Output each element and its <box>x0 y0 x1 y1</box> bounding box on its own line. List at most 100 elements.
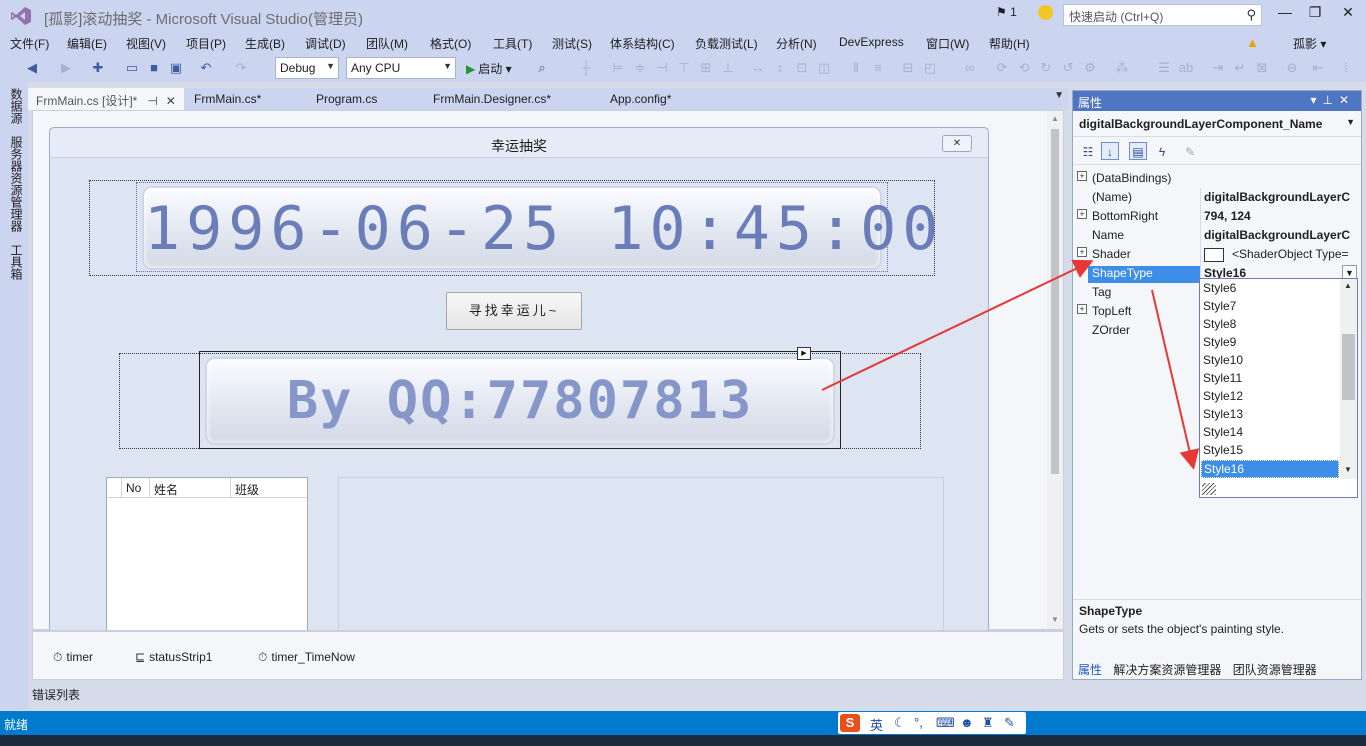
tab-overflow-icon[interactable]: ▼ <box>1054 90 1064 101</box>
component-timer[interactable]: ⏱ timer <box>53 650 93 665</box>
menu-view[interactable]: 视图(V) <box>126 35 166 52</box>
align-center-icon[interactable]: ≑ <box>632 60 648 76</box>
close-icon[interactable]: ✕ <box>1339 93 1355 107</box>
quick-launch-input[interactable]: 快速启动 (Ctrl+Q) ⚲ <box>1063 4 1262 26</box>
property-row-shader[interactable]: + Shader <ShaderObject Type= <box>1073 245 1361 264</box>
menu-architecture[interactable]: 体系结构(C) <box>610 35 675 52</box>
platform-select[interactable]: Any CPU ▼ <box>346 57 456 79</box>
option-style8[interactable]: Style8 <box>1201 316 1339 334</box>
property-value[interactable]: digitalBackgroundLayerC <box>1204 190 1360 207</box>
property-pages-wrench-icon[interactable]: ✎ <box>1181 142 1199 160</box>
horizontal-spacing-icon[interactable]: ⫴ <box>848 60 864 76</box>
error-list-tab[interactable]: 错误列表 <box>32 686 80 703</box>
property-row-databindings[interactable]: + (DataBindings) <box>1073 169 1361 188</box>
scroll-up-icon[interactable]: ▲ <box>1051 114 1059 123</box>
tab-frmmain-cs[interactable]: FrmMain.cs* <box>186 88 269 110</box>
students-listview[interactable]: No 姓名 班级 <box>106 477 308 647</box>
user-account-menu[interactable]: 孤影 ▾ <box>1293 35 1326 52</box>
option-style12[interactable]: Style12 <box>1201 388 1339 406</box>
align-right-icon[interactable]: ⊣ <box>654 60 670 76</box>
property-row-name[interactable]: Name digitalBackgroundLayerC <box>1073 226 1361 245</box>
pin-icon[interactable]: ⊣ <box>147 94 157 108</box>
option-style10[interactable]: Style10 <box>1201 352 1339 370</box>
comment-icon[interactable]: ⊖ <box>1284 60 1300 76</box>
events-lightning-icon[interactable]: ϟ <box>1153 142 1171 160</box>
property-value[interactable]: digitalBackgroundLayerC <box>1204 228 1360 245</box>
object-selector[interactable]: digitalBackgroundLayerComponent_Name ▼ <box>1073 111 1361 137</box>
spell-check-icon[interactable]: ab <box>1178 60 1194 76</box>
ime-language-toggle[interactable]: 英 <box>870 715 883 734</box>
properties-view-icon[interactable]: ▤ <box>1129 142 1147 160</box>
tab-data-sources[interactable]: 数据源 <box>8 88 25 124</box>
tab-frmmain-designer-cs[interactable]: FrmMain.Designer.cs* <box>425 88 559 110</box>
rotate-icon[interactable]: ↺ <box>1060 60 1076 76</box>
menu-test[interactable]: 测试(S) <box>552 35 592 52</box>
column-header-class[interactable]: 班级 <box>231 478 307 498</box>
redo-icon[interactable]: ↷ <box>233 60 249 76</box>
option-style6[interactable]: Style6 <box>1201 280 1339 298</box>
dot-matrix-digital-gauge[interactable]: By QQ:77807813 <box>205 357 835 445</box>
expand-icon[interactable]: + <box>1077 304 1087 314</box>
vertical-spacing-icon[interactable]: ≡ <box>870 60 886 76</box>
property-value[interactable] <box>1204 171 1360 188</box>
property-value[interactable]: 794, 124 <box>1204 209 1360 226</box>
scroll-down-icon[interactable]: ▼ <box>1051 615 1059 624</box>
save-icon[interactable]: ■ <box>146 60 162 76</box>
notification-flag-icon[interactable]: ⚑ 1 <box>996 5 1017 19</box>
align-bottom-icon[interactable]: ⊥ <box>720 60 736 76</box>
tab-frmmain-design[interactable]: FrmMain.cs [设计]* ⊣ ✕ <box>28 88 184 110</box>
solution-config-select[interactable]: Debug ▼ <box>275 57 339 79</box>
feedback-smiley-icon[interactable] <box>1038 5 1053 20</box>
menu-window[interactable]: 窗口(W) <box>926 35 969 52</box>
start-debug-button[interactable]: ▶ 启动 ▾ <box>466 60 512 77</box>
bring-to-front-icon[interactable]: ◰ <box>922 60 938 76</box>
window-position-icon[interactable]: ▾ <box>1310 93 1322 107</box>
menu-tools[interactable]: 工具(T) <box>493 35 532 52</box>
bookmark-icon[interactable]: ⊠ <box>1254 60 1270 76</box>
menu-build[interactable]: 生成(B) <box>245 35 285 52</box>
scroll-down-icon[interactable]: ▼ <box>1344 465 1352 474</box>
menu-load-test[interactable]: 负载测试(L) <box>695 35 758 52</box>
datetime-digital-gauge[interactable]: 1996-06-25 10:45:00 <box>142 186 938 270</box>
dropdown-scroll-thumb[interactable] <box>1342 334 1355 400</box>
expand-icon[interactable]: + <box>1077 247 1087 257</box>
menu-format[interactable]: 格式(O) <box>430 35 471 52</box>
align-grid-icon[interactable]: ┼ <box>578 60 594 76</box>
wrench-icon[interactable]: ✎ <box>1004 715 1015 731</box>
menu-analyze[interactable]: 分析(N) <box>776 35 817 52</box>
link-icon[interactable]: ∞ <box>962 60 978 76</box>
alphabetical-icon[interactable]: ↓ <box>1101 142 1119 160</box>
properties-icon[interactable]: ☰ <box>1156 60 1172 76</box>
option-style14[interactable]: Style14 <box>1201 424 1339 442</box>
form-close-button[interactable]: ✕ <box>942 135 972 152</box>
save-all-icon[interactable]: ▣ <box>168 60 184 76</box>
align-left-icon[interactable]: ⊨ <box>610 60 626 76</box>
open-file-icon[interactable]: ▭ <box>124 60 140 76</box>
tab-app-config[interactable]: App.config* <box>602 88 679 110</box>
designer-vertical-scrollbar[interactable]: ▲ ▼ <box>1047 111 1063 629</box>
menu-team[interactable]: 团队(M) <box>366 35 408 52</box>
tab-server-explorer[interactable]: 服务器资源管理器 <box>8 136 25 232</box>
pin-icon[interactable]: ⊥ <box>1322 93 1338 107</box>
cycle-icon[interactable]: ↻ <box>1038 60 1054 76</box>
back-icon[interactable]: ◀ <box>24 60 40 76</box>
punctuation-icon[interactable]: °, <box>914 715 923 730</box>
component-timer-timenow[interactable]: ⏱ timer_TimeNow <box>258 650 355 665</box>
size-to-grid-icon[interactable]: ⊡ <box>794 60 810 76</box>
minimize-button[interactable]: — <box>1270 4 1300 24</box>
component-statusstrip[interactable]: ⊑ statusStrip1 <box>135 650 212 664</box>
align-middle-icon[interactable]: ⊞ <box>698 60 714 76</box>
menu-project[interactable]: 项目(P) <box>186 35 226 52</box>
settings-icon[interactable]: ⚙ <box>1082 60 1098 76</box>
new-project-icon[interactable]: ✚ <box>90 60 106 76</box>
sync-icon[interactable]: ⟲ <box>1016 60 1032 76</box>
find-lucky-button[interactable]: 寻找幸运儿~ <box>446 292 582 330</box>
close-button[interactable]: ✕ <box>1333 4 1363 24</box>
toolbar-overflow-icon[interactable]: ⁞ <box>1338 60 1354 76</box>
keyboard-icon[interactable]: ⌨ <box>936 715 955 731</box>
option-style9[interactable]: Style9 <box>1201 334 1339 352</box>
restore-button[interactable]: ❐ <box>1300 4 1330 24</box>
uncomment-icon[interactable]: ⇤ <box>1310 60 1326 76</box>
indent-icon[interactable]: ⇥ <box>1210 60 1226 76</box>
center-horizontally-icon[interactable]: ⊟ <box>900 60 916 76</box>
